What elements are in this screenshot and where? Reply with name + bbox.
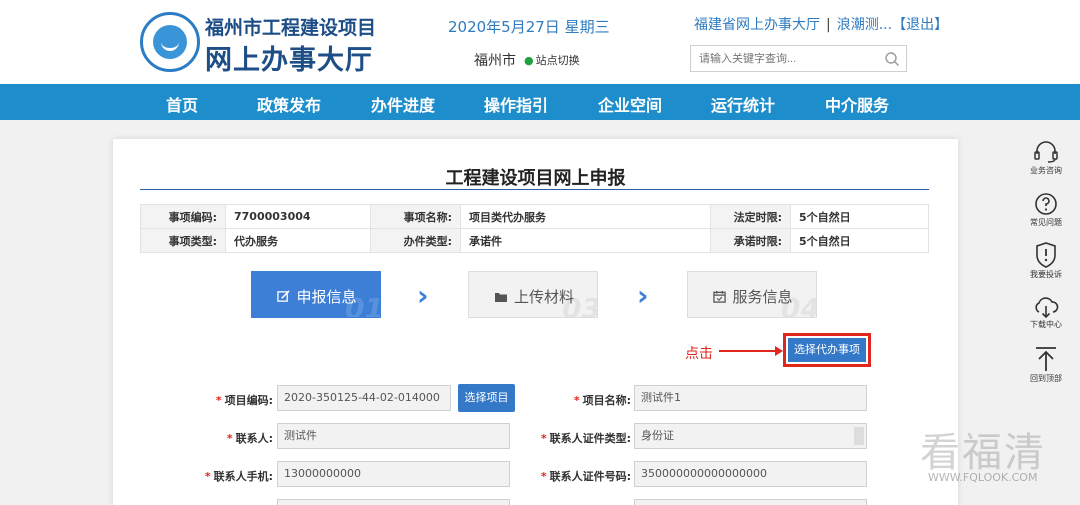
deadline-value: 5个自然日 <box>790 204 929 229</box>
annotation-arrow-icon <box>719 346 783 356</box>
step-declaration-info[interactable]: 申报信息 01 <box>251 271 381 318</box>
title-divider <box>140 189 929 190</box>
item-type-label: 事项类型: <box>140 228 226 253</box>
step-number: 03 <box>562 292 598 318</box>
promise-time-value: 5个自然日 <box>790 228 929 253</box>
sidebar-item-label: 业务咨询 <box>1030 166 1062 175</box>
id-number-label: * 联系人证件号码: <box>540 470 631 483</box>
cloud-download-icon <box>1035 297 1059 318</box>
item-name-label: 事项名称: <box>370 204 461 229</box>
question-icon <box>1035 193 1057 215</box>
site-switch-label: 站点切换 <box>535 54 580 67</box>
id-type-select[interactable]: 身份证 <box>634 423 867 449</box>
calendar-icon <box>713 290 727 303</box>
org-title: 福州市工程建设项目 <box>205 17 377 39</box>
case-type-value: 承诺件 <box>460 228 711 253</box>
provincial-hall-link[interactable]: 福建省网上办事大厅 <box>694 17 820 33</box>
id-type-label: * 联系人证件类型: <box>540 432 631 445</box>
project-name-field[interactable]: 测试件1 <box>634 385 867 411</box>
step-upload-materials[interactable]: 上传材料 03 <box>468 271 598 318</box>
search-icon[interactable] <box>884 51 900 67</box>
current-date: 2020年5月27日 星期三 <box>448 18 610 36</box>
top-links: 福建省网上办事大厅 | 浪潮测...【退出】 <box>694 17 949 33</box>
contact-label: * 联系人: <box>226 432 273 445</box>
next-row-field[interactable] <box>634 499 867 505</box>
logout-link[interactable]: 【退出】 <box>892 17 948 33</box>
project-code-label: * 项目编码: <box>215 394 273 407</box>
sidebar-item-label: 我要投诉 <box>1030 270 1062 279</box>
nav-item-enterprise[interactable]: 企业空间 <box>598 92 662 116</box>
hall-title: 网上办事大厅 <box>205 45 373 76</box>
watermark-text: 看福清 <box>920 430 1046 476</box>
promise-time-label: 承诺时限: <box>710 228 791 253</box>
id-number-field[interactable]: 350000000000000000 <box>634 461 867 487</box>
step-service-info[interactable]: 服务信息 04 <box>687 271 817 318</box>
edit-icon <box>277 290 291 302</box>
case-type-label: 办件类型: <box>370 228 461 253</box>
sidebar-item-faq[interactable]: 常见问题 <box>1018 192 1074 228</box>
item-type-value: 代办服务 <box>225 228 371 253</box>
nav-item-progress[interactable]: 办件进度 <box>371 92 435 116</box>
click-annotation: 点击 <box>685 346 713 362</box>
step-number: 01 <box>345 292 381 318</box>
location-pin-icon: ● <box>524 54 534 67</box>
next-row-field[interactable] <box>277 499 510 505</box>
select-agent-item-button[interactable]: 选择代办事项 <box>788 338 866 362</box>
project-name-label: * 项目名称: <box>573 394 631 407</box>
folder-icon <box>494 293 507 302</box>
step-number: 04 <box>781 292 817 318</box>
dropdown-arrow-icon <box>854 427 864 445</box>
sidebar-item-consult[interactable]: 业务咨询 <box>1018 140 1074 176</box>
site-switch-link[interactable]: ● 站点切换 <box>524 52 580 68</box>
sidebar-item-download[interactable]: 下载中心 <box>1018 296 1074 330</box>
sidebar-item-label: 下载中心 <box>1030 320 1062 329</box>
item-info-table: 事项编码: 7700003004 事项名称: 项目类代办服务 法定时限: 5个自… <box>140 204 929 253</box>
headset-icon <box>1034 141 1058 163</box>
main-nav: 首页 政策发布 办件进度 操作指引 企业空间 运行统计 中介服务 <box>0 84 1080 120</box>
nav-item-policy[interactable]: 政策发布 <box>257 92 321 116</box>
project-code-field[interactable]: 2020-350125-44-02-014000 <box>277 385 451 411</box>
back-to-top-icon <box>1036 347 1056 371</box>
search-input[interactable] <box>691 46 871 71</box>
declaration-panel: 工程建设项目网上申报 事项编码: 7700003004 事项名称: 项目类代办服… <box>113 139 958 505</box>
contact-field[interactable]: 测试件 <box>277 423 510 449</box>
page-title: 工程建设项目网上申报 <box>445 168 626 189</box>
site-logo[interactable] <box>140 12 200 72</box>
search-box <box>690 45 907 72</box>
current-city: 福州市 <box>474 53 516 69</box>
id-type-value: 身份证 <box>641 429 674 442</box>
nav-item-agency[interactable]: 中介服务 <box>825 92 889 116</box>
nav-item-statistics[interactable]: 运行统计 <box>711 92 775 116</box>
sidebar-item-label: 回到顶部 <box>1030 374 1062 383</box>
nav-item-guide[interactable]: 操作指引 <box>484 92 548 116</box>
nav-item-home[interactable]: 首页 <box>166 92 198 116</box>
deadline-label: 法定时限: <box>710 204 791 229</box>
user-name-link[interactable]: 浪潮测... <box>837 17 892 33</box>
contact-phone-field[interactable]: 13000000000 <box>277 461 510 487</box>
step-arrow-icon: › <box>417 279 429 312</box>
shield-alert-icon <box>1036 242 1056 268</box>
item-code-value: 7700003004 <box>225 204 371 229</box>
sidebar-item-complaint[interactable]: 我要投诉 <box>1018 242 1074 280</box>
watermark-url: WWW.FQLOOK.COM <box>928 471 1038 484</box>
item-name-value: 项目类代办服务 <box>460 204 711 229</box>
sidebar-item-label: 常见问题 <box>1030 218 1062 227</box>
site-header: 福州市工程建设项目 网上办事大厅 2020年5月27日 星期三 福州市 ● 站点切… <box>0 0 1080 84</box>
sidebar-item-back-to-top[interactable]: 回到顶部 <box>1018 346 1074 384</box>
select-project-button[interactable]: 选择项目 <box>458 384 515 412</box>
contact-phone-label: * 联系人手机: <box>204 470 273 483</box>
item-code-label: 事项编码: <box>140 204 226 229</box>
step-arrow-icon: › <box>637 279 649 312</box>
logo-emblem-icon <box>153 25 187 59</box>
